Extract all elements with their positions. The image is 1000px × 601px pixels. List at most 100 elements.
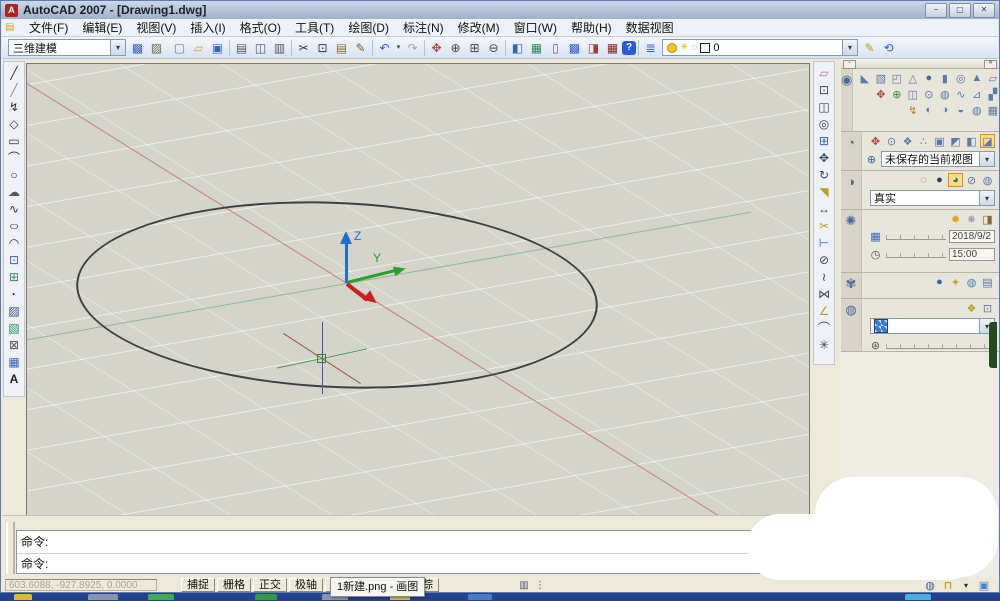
array-icon[interactable]: ⊞ bbox=[815, 132, 833, 149]
toolbar-separator[interactable] bbox=[424, 40, 425, 56]
zoom-realtime-icon[interactable]: ⊕ bbox=[446, 39, 465, 57]
menu-edit[interactable]: 编辑(E) bbox=[75, 18, 129, 37]
ellipse-icon[interactable]: ○ bbox=[1, 217, 27, 234]
3d-move-icon[interactable]: ✥ bbox=[873, 87, 888, 101]
menu-view[interactable]: 视图(V) bbox=[129, 18, 183, 37]
material-combo[interactable]: ▾ bbox=[870, 318, 995, 334]
open-icon[interactable]: ▱ bbox=[189, 39, 208, 57]
box-icon[interactable]: ▧ bbox=[873, 71, 888, 85]
chevron-down-icon[interactable]: ▾ bbox=[110, 40, 125, 55]
status-menu-icon[interactable]: ⋮ bbox=[533, 579, 547, 591]
interfere-icon[interactable]: ◍ bbox=[969, 103, 984, 117]
tool-palettes-icon[interactable]: ▯ bbox=[546, 39, 565, 57]
loft-icon[interactable]: ∿ bbox=[953, 87, 968, 101]
chamfer-icon[interactable]: ∠ bbox=[815, 302, 833, 319]
undo-icon[interactable]: ↶ bbox=[375, 39, 394, 57]
spline-icon[interactable]: ∿ bbox=[5, 200, 23, 217]
quickcalc-icon[interactable]: ▦ bbox=[603, 39, 622, 57]
join-icon[interactable]: ⋈ bbox=[815, 285, 833, 302]
cut-icon[interactable]: ✂ bbox=[294, 39, 313, 57]
insert-block-icon[interactable]: ⊡ bbox=[5, 251, 23, 268]
torus-icon[interactable]: ◎ bbox=[953, 71, 968, 85]
pyramid-icon[interactable]: ▲ bbox=[969, 71, 984, 85]
restore-view-icon[interactable]: ⊕ bbox=[864, 152, 879, 166]
sun-off-icon[interactable]: ✸ bbox=[964, 212, 979, 226]
chevron-down-icon[interactable]: ▾ bbox=[979, 191, 994, 205]
menu-dataview[interactable]: 数据视图 bbox=[619, 18, 681, 37]
close-button[interactable]: ✕ bbox=[973, 3, 995, 18]
date-slider[interactable] bbox=[886, 232, 946, 240]
redo-icon[interactable]: ↷ bbox=[403, 39, 422, 57]
sweep-icon[interactable]: ◍ bbox=[937, 87, 952, 101]
toolbar-separator[interactable] bbox=[291, 40, 292, 56]
chevron-down-icon[interactable]: ▾ bbox=[842, 40, 857, 55]
menu-tools[interactable]: 工具(T) bbox=[288, 18, 341, 37]
camera-icon[interactable]: ▣ bbox=[932, 134, 947, 148]
union-icon[interactable]: ◐ bbox=[921, 103, 936, 117]
planar-surface-icon[interactable]: ▱ bbox=[985, 71, 1000, 85]
toolbar-separator[interactable] bbox=[229, 40, 230, 56]
offset-icon[interactable]: ◎ bbox=[815, 115, 833, 132]
clean-screen-icon[interactable]: ▣ bbox=[977, 579, 991, 591]
my-workspace-icon[interactable]: ▨ bbox=[147, 39, 166, 57]
layer-previous-icon[interactable]: ⟲ bbox=[879, 39, 898, 57]
table-icon[interactable]: ▦ bbox=[5, 353, 23, 370]
save-icon[interactable]: ▣ bbox=[208, 39, 227, 57]
toolbar-separator[interactable] bbox=[372, 40, 373, 56]
minimize-button[interactable]: − bbox=[925, 3, 947, 18]
title-bar[interactable]: A AutoCAD 2007 - [Drawing1.dwg] − ▢ ✕ bbox=[1, 1, 999, 19]
circle-icon[interactable]: ○ bbox=[5, 166, 23, 183]
trim-icon[interactable]: ✂ bbox=[815, 217, 833, 234]
toolbar-separator[interactable] bbox=[638, 40, 639, 56]
menu-file[interactable]: 文件(F) bbox=[22, 18, 75, 37]
menu-format[interactable]: 格式(O) bbox=[233, 18, 288, 37]
publish-icon[interactable]: ▥ bbox=[270, 39, 289, 57]
view-combo[interactable]: 未保存的当前视图 ▾ bbox=[881, 151, 995, 167]
realistic-style-icon[interactable]: ◕ bbox=[948, 173, 963, 187]
sky-icon[interactable]: ◨ bbox=[980, 212, 995, 226]
command-window-grip[interactable] bbox=[6, 522, 15, 574]
erase-icon[interactable]: ▱ bbox=[815, 64, 833, 81]
designcenter-icon[interactable]: ▦ bbox=[527, 39, 546, 57]
model-space-icon[interactable]: ▥ bbox=[517, 579, 531, 591]
polar-toggle[interactable]: 极轴 bbox=[289, 578, 323, 592]
ellipse-arc-icon[interactable]: ◠ bbox=[5, 234, 23, 251]
workspace-settings-icon[interactable]: ▩ bbox=[128, 39, 147, 57]
dashboard-close-icon[interactable]: ✕ bbox=[984, 60, 997, 69]
hatch-icon[interactable]: ▨ bbox=[5, 302, 23, 319]
manage-styles-icon[interactable]: ◍ bbox=[980, 173, 995, 187]
polyline-icon[interactable]: ↯ bbox=[5, 98, 23, 115]
toolbar-separator[interactable] bbox=[505, 40, 506, 56]
menu-window[interactable]: 窗口(W) bbox=[507, 18, 564, 37]
drawing-canvas[interactable]: Z Y bbox=[26, 63, 810, 517]
arc-icon[interactable]: ⌒ bbox=[5, 149, 23, 166]
constrained-orbit-icon[interactable]: ✥ bbox=[868, 134, 883, 148]
material-slider[interactable] bbox=[886, 341, 995, 349]
menu-dimension[interactable]: 标注(N) bbox=[396, 18, 451, 37]
copy-object-icon[interactable]: ⊡ bbox=[815, 81, 833, 98]
3d-make-panel-icon[interactable]: ◉ bbox=[841, 69, 853, 131]
intersect-icon[interactable]: ◒ bbox=[953, 103, 968, 117]
conceptual-style-icon[interactable]: ⊘ bbox=[964, 173, 979, 187]
render-panel-icon[interactable]: ✾ bbox=[841, 273, 862, 298]
region-icon[interactable]: ⊠ bbox=[5, 336, 23, 353]
cone-icon[interactable]: △ bbox=[905, 71, 920, 85]
materials-editor-icon[interactable]: ❖ bbox=[964, 301, 979, 315]
render-window-icon[interactable]: ◍ bbox=[964, 275, 979, 289]
cylinder-icon[interactable]: ▮ bbox=[937, 71, 952, 85]
render-env-icon[interactable]: ✦ bbox=[948, 275, 963, 289]
tray-menu-icon[interactable]: ▾ bbox=[959, 579, 973, 591]
3d-hidden-icon[interactable]: ● bbox=[932, 173, 947, 187]
pan-view-icon[interactable]: ❖ bbox=[900, 134, 915, 148]
materials-panel-icon[interactable]: ◍ bbox=[841, 299, 862, 351]
sheet-set-manager-icon[interactable]: ▩ bbox=[565, 39, 584, 57]
revolve-icon[interactable]: ⊙ bbox=[921, 87, 936, 101]
polygon-icon[interactable]: ◇ bbox=[5, 115, 23, 132]
command-input-line[interactable]: 命令: bbox=[17, 554, 833, 574]
paste-icon[interactable]: ▤ bbox=[332, 39, 351, 57]
menu-modify[interactable]: 修改(M) bbox=[451, 18, 507, 37]
line-icon[interactable]: ╱ bbox=[5, 64, 23, 81]
rotate-icon[interactable]: ↻ bbox=[815, 166, 833, 183]
light-panel-icon[interactable]: ✺ bbox=[841, 210, 862, 272]
subtract-icon[interactable]: ◑ bbox=[937, 103, 952, 117]
